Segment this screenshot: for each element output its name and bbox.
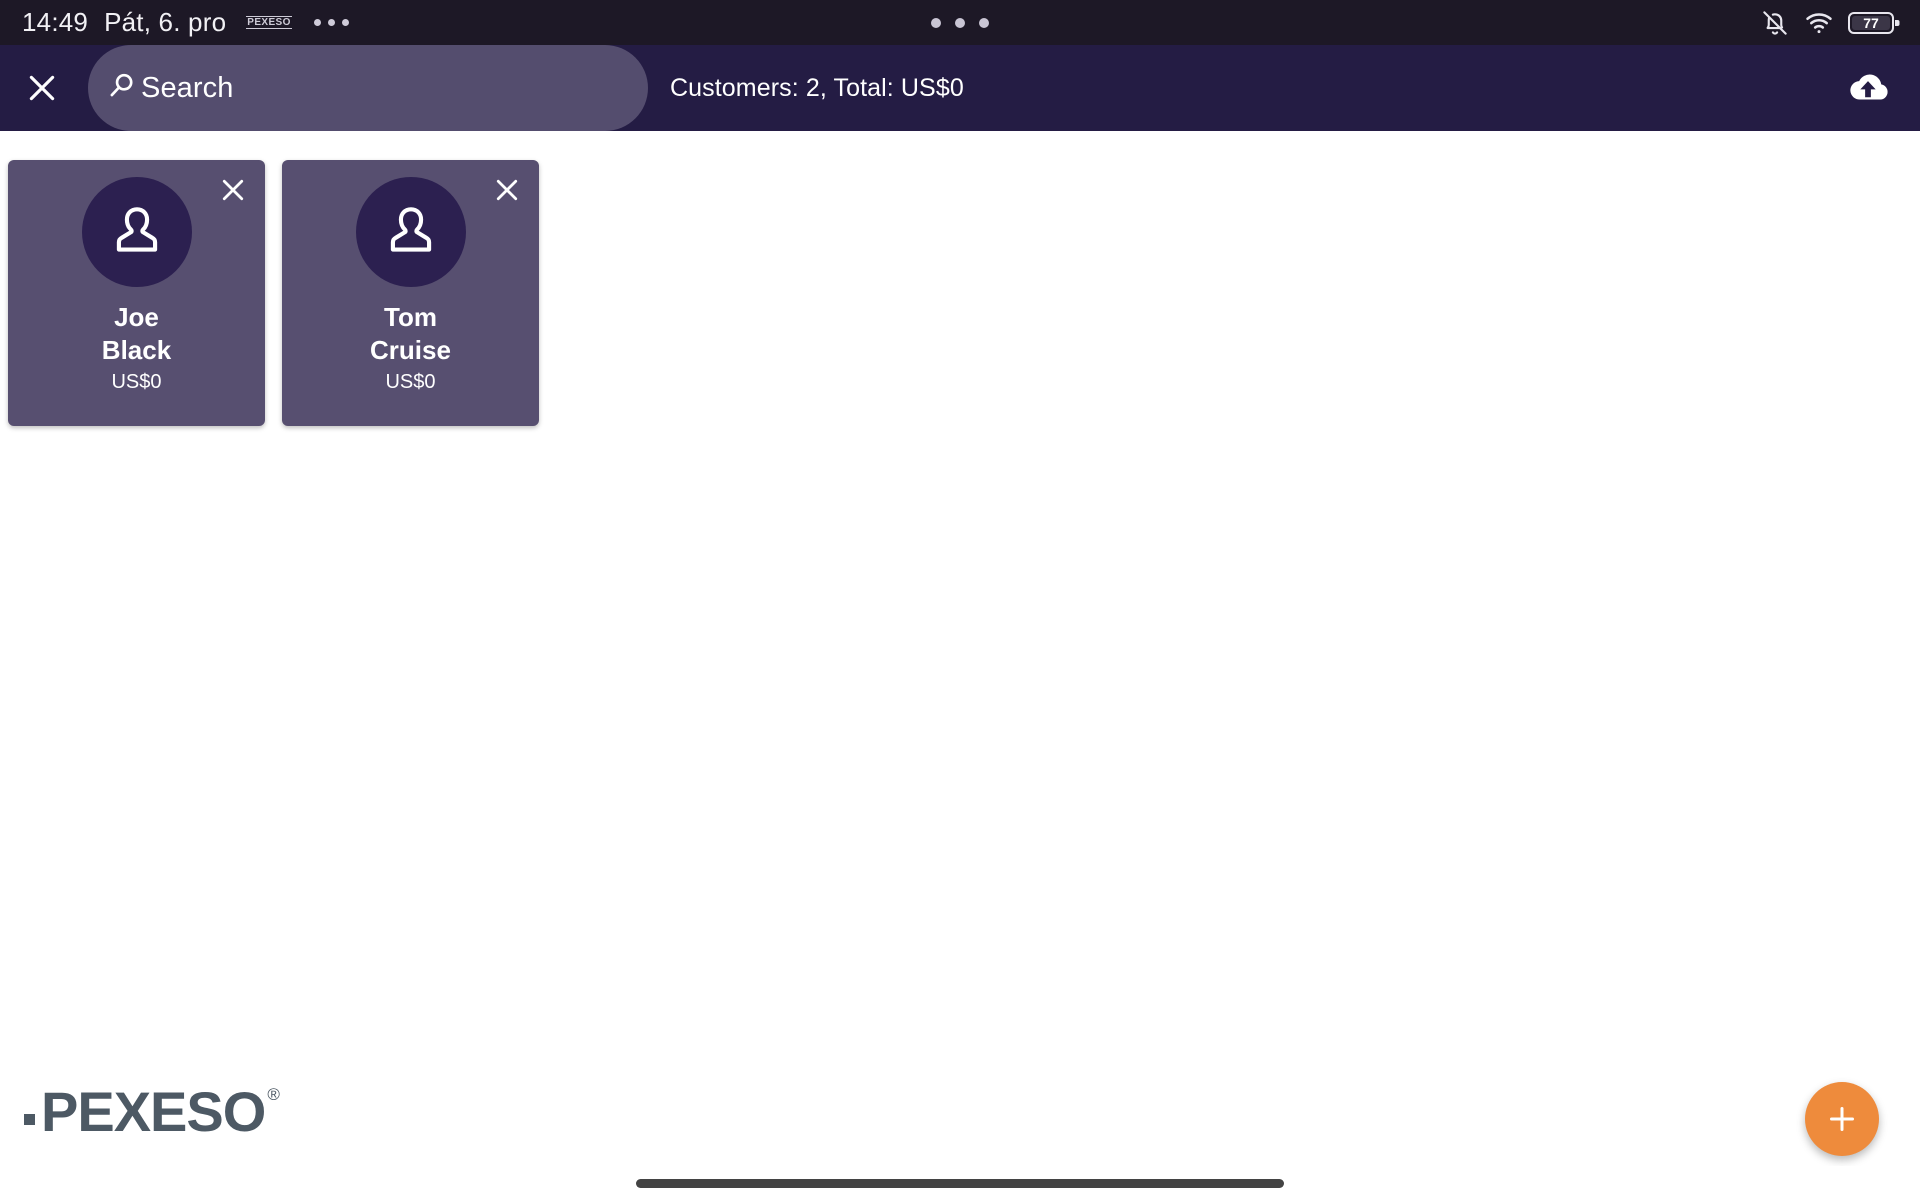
person-avatar-icon [116,207,157,252]
customers-summary: Customers: 2, Total: US$0 [670,73,964,102]
customer-name: Tom Cruise [370,302,451,365]
logo-dot [24,1114,35,1125]
plus-icon [1830,1107,1854,1131]
home-gesture-pill[interactable] [636,1178,1284,1188]
customer-card-grid: Joe Black US$0 Tom Cruise US$0 [0,131,1920,426]
customer-card[interactable]: Joe Black US$0 [8,160,265,426]
remove-customer-button[interactable] [483,166,531,214]
notification-dot [327,19,335,26]
customer-name: Joe Black [101,302,172,365]
notification-dots [313,19,349,26]
avatar [81,177,192,287]
status-bar-right: 77 [1760,8,1900,38]
battery-icon: 77 [1848,9,1900,37]
close-icon [29,75,55,101]
android-status-bar: 14:49 Pát, 6. pro PEXESO 77 [0,0,1920,45]
close-icon [496,179,518,201]
customer-amount: US$0 [385,371,436,393]
notification-dot [341,19,349,26]
notification-dot [313,19,321,26]
cloud-upload-button[interactable] [1836,56,1900,120]
search-icon [106,70,138,107]
status-clock: 14:49 [22,7,89,37]
battery-percent: 77 [1863,15,1879,31]
close-icon [222,179,244,201]
customer-card[interactable]: Tom Cruise US$0 [282,160,539,426]
logo-wordmark: PEXESO [41,1080,266,1143]
bell-slash-icon [1760,8,1790,38]
add-customer-button[interactable] [1805,1082,1879,1156]
pexeso-notification-label: PEXESO [246,16,292,29]
search-placeholder: Search [141,71,234,104]
pexeso-notification-icon: PEXESO [246,16,292,29]
remove-customer-button[interactable] [209,166,257,214]
camera-dot [979,17,989,28]
close-screen-button[interactable] [14,60,70,116]
pexeso-logo: PEXESO ® [24,1084,280,1140]
status-bar-left: 14:49 Pát, 6. pro PEXESO [22,7,349,38]
wifi-icon [1804,8,1834,38]
customer-amount: US$0 [111,371,162,393]
three-dots-indicator [931,17,989,28]
avatar [355,177,466,287]
gesture-nav-bar [0,1166,1920,1200]
search-input[interactable]: Search [88,45,648,131]
camera-dot [931,17,941,28]
person-avatar-icon [390,207,431,252]
logo-registered-mark: ® [267,1085,280,1104]
app-header-bar: Search Customers: 2, Total: US$0 [0,45,1920,131]
status-date: Pát, 6. pro [104,7,227,37]
app-screen: 14:49 Pát, 6. pro PEXESO 77 Search Custo… [0,0,1920,1200]
customers-content: Joe Black US$0 Tom Cruise US$0 PEXESO ® [0,131,1920,1200]
camera-dot [955,17,965,28]
cloud-upload-icon [1850,74,1888,100]
